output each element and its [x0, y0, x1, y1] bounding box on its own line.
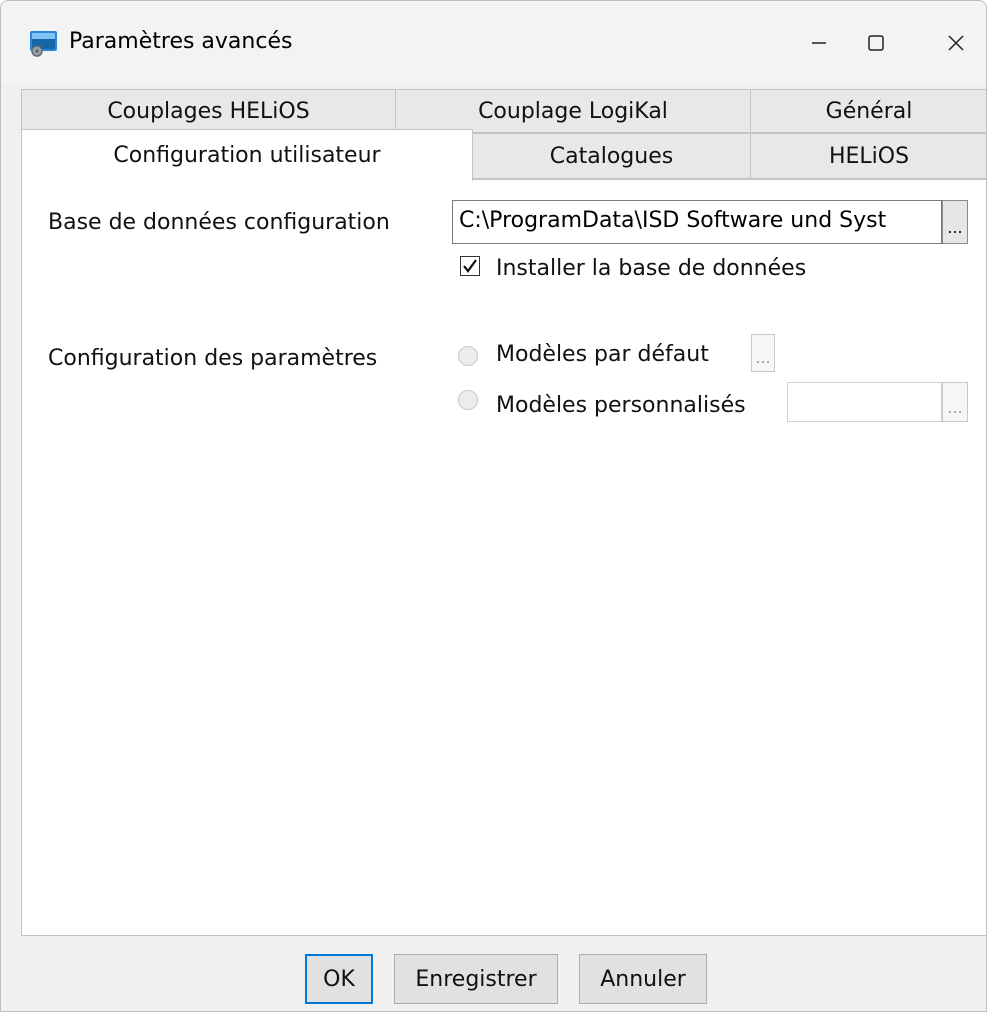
ok-button[interactable]: OK	[305, 954, 373, 1004]
checkmark-icon	[463, 259, 477, 273]
params-label: Configuration des paramètres	[48, 346, 378, 371]
cancel-button[interactable]: Annuler	[579, 954, 707, 1004]
custom-models-browse-button[interactable]: ...	[942, 382, 968, 422]
tab-strip: Couplages HELiOS Couplage LogiKal Généra…	[1, 85, 986, 181]
tab-panel-configuration-utilisateur: Base de données configuration C:\Program…	[21, 179, 986, 936]
tab-helios[interactable]: HELiOS	[750, 133, 986, 179]
install-db-checkbox[interactable]	[460, 256, 480, 276]
default-models-browse-button[interactable]: ...	[751, 334, 775, 372]
config-db-browse-button[interactable]: ...	[942, 200, 968, 244]
config-db-path-input[interactable]: C:\ProgramData\ISD Software und Syst	[452, 200, 942, 244]
maximize-button[interactable]	[846, 19, 906, 67]
custom-models-label[interactable]: Modèles personnalisés	[496, 391, 746, 421]
minimize-button[interactable]	[789, 19, 849, 67]
tab-catalogues[interactable]: Catalogues	[472, 133, 751, 179]
tab-general[interactable]: Général	[750, 89, 986, 133]
close-icon	[948, 35, 964, 51]
radio-custom-models[interactable]	[458, 390, 478, 410]
custom-models-input[interactable]	[787, 382, 942, 422]
title-bar[interactable]: Paramètres avancés	[1, 1, 986, 85]
tab-configuration-utilisateur[interactable]: Configuration utilisateur	[21, 129, 473, 181]
default-models-label[interactable]: Modèles par défaut	[496, 340, 709, 370]
tab-couplages-helios[interactable]: Couplages HELiOS	[21, 89, 396, 133]
radio-default-models[interactable]	[458, 346, 478, 366]
install-db-label[interactable]: Installer la base de données	[496, 254, 806, 284]
window-title: Paramètres avancés	[69, 29, 293, 54]
maximize-icon	[868, 35, 884, 51]
dialog-window: Paramètres avancés Couplages HELiOS Coup…	[0, 0, 987, 1012]
app-icon	[29, 29, 59, 57]
close-button[interactable]	[926, 19, 986, 67]
config-db-label: Base de données configuration	[48, 210, 390, 235]
save-button[interactable]: Enregistrer	[394, 954, 558, 1004]
minimize-icon	[812, 42, 826, 44]
tab-couplage-logikal[interactable]: Couplage LogiKal	[395, 89, 751, 133]
